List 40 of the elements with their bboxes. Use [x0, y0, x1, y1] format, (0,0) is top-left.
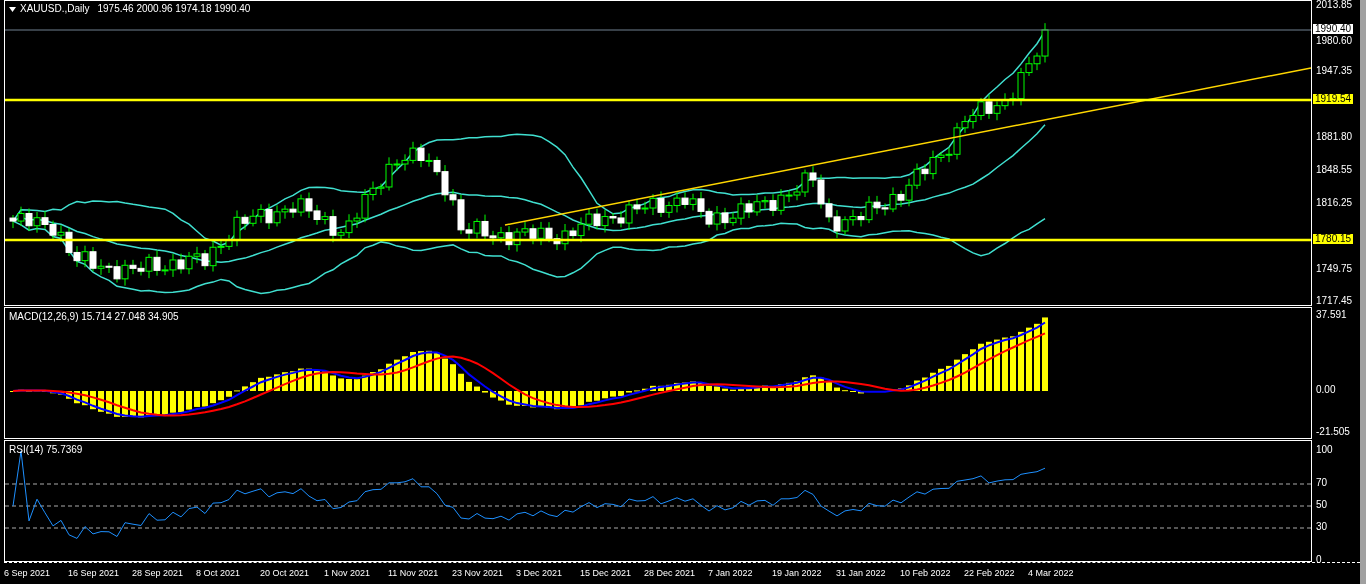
- axis-label: 1816.25: [1316, 198, 1353, 208]
- date-label: 23 Nov 2021: [452, 569, 505, 578]
- date-label: 3 Dec 2021: [516, 569, 564, 578]
- ohlc-values: 1975.46 2000.96 1974.18 1990.40: [97, 4, 251, 14]
- date-label: 1 Nov 2021: [324, 569, 372, 578]
- axis-label: 1848.55: [1316, 165, 1353, 175]
- price-tag: 1990.40: [1313, 24, 1354, 34]
- date-label: 11 Nov 2021: [388, 569, 440, 578]
- date-label: 6 Sep 2021: [4, 569, 52, 578]
- axis-label: 70: [1316, 478, 1328, 488]
- axis-label: 1980.60: [1316, 36, 1353, 46]
- axis-label: 30: [1316, 522, 1328, 532]
- date-label: 31 Jan 2022: [836, 569, 887, 578]
- axis-label: 1947.35: [1316, 66, 1353, 76]
- axis-label: 100: [1316, 445, 1333, 455]
- date-label: 16 Sep 2021: [68, 569, 121, 578]
- chart-symbol: XAUUSD.,Daily: [20, 4, 90, 14]
- date-label: 28 Dec 2021: [644, 569, 697, 578]
- axis-label: 37.591: [1316, 310, 1347, 320]
- date-label: 28 Sep 2021: [132, 569, 185, 578]
- axis-label: -21.505: [1316, 427, 1350, 437]
- date-label: 15 Dec 2021: [580, 569, 633, 578]
- axis-label: 1749.75: [1316, 264, 1353, 274]
- date-label: 8 Oct 2021: [196, 569, 242, 578]
- date-label: 4 Mar 2022: [1028, 569, 1075, 578]
- date-label: 22 Feb 2022: [964, 569, 1016, 578]
- date-label: 20 Oct 2021: [260, 569, 311, 578]
- axis-label: 50: [1316, 500, 1328, 510]
- price-tag: 1919.54: [1313, 94, 1354, 104]
- axis-label: 1881.80: [1316, 132, 1353, 142]
- axis-label: 1717.45: [1316, 296, 1353, 306]
- indicator-title: RSI(14) 75.7369: [9, 445, 83, 455]
- price-tag: 1780.15: [1313, 234, 1354, 244]
- axis-label: 2013.85: [1316, 0, 1353, 10]
- indicator-title: MACD(12,26,9) 15.714 27.048 34.905: [9, 312, 179, 322]
- date-label: 10 Feb 2022: [900, 569, 952, 578]
- date-label: 19 Jan 2022: [772, 569, 823, 578]
- axis-label: 0.00: [1316, 385, 1336, 395]
- date-label: 7 Jan 2022: [708, 569, 754, 578]
- dropdown-triangle-icon[interactable]: [9, 6, 16, 12]
